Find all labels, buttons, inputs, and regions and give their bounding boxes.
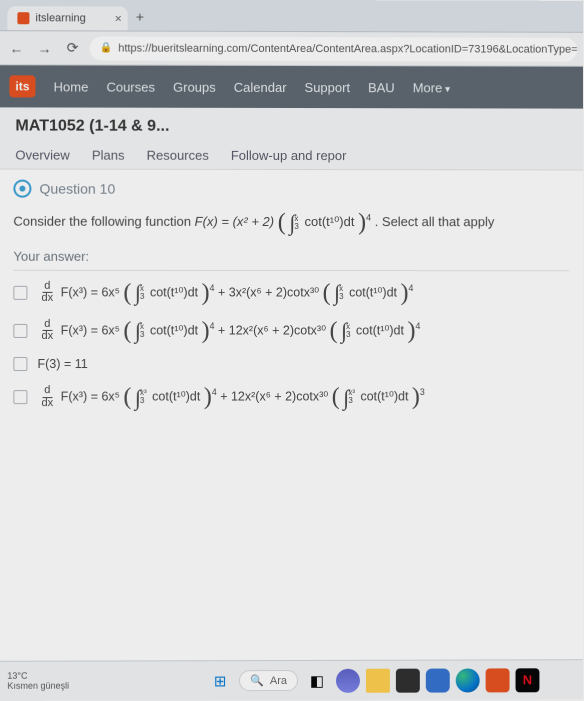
tab-overview[interactable]: Overview [15, 141, 69, 168]
stem-prefix: Consider the following function [13, 214, 194, 229]
nav-courses[interactable]: Courses [106, 79, 155, 94]
tab-favicon [17, 12, 29, 24]
app-icon[interactable] [486, 668, 510, 692]
nav-calendar[interactable]: Calendar [234, 79, 287, 94]
checkbox[interactable] [13, 390, 27, 404]
checkbox[interactable] [13, 357, 27, 371]
int-body: cot(t¹⁰)dt [304, 214, 354, 229]
opt1-lead: F(x³) = 6x⁵ [61, 285, 120, 299]
d-den: dx [39, 331, 55, 343]
b: cot(t¹⁰)dt [150, 323, 198, 337]
new-tab-button[interactable]: + [128, 3, 152, 31]
lock-icon: 🔒 [100, 42, 112, 53]
nav-bau[interactable]: BAU [368, 80, 395, 95]
checkbox[interactable] [13, 324, 27, 338]
m: + 3x²(x⁶ + 2)cotx³⁰ [218, 285, 319, 299]
nav-more[interactable]: More [413, 80, 450, 95]
taskbar-search[interactable]: 🔍 Ara [239, 670, 298, 691]
m: + 12x²(x⁶ + 2)cotx³⁰ [220, 389, 328, 403]
option-math: ddx F(x³) = 6x⁵ ( ∫x3 cot(t¹⁰)dt )4 + 3x… [37, 281, 413, 305]
course-title: MAT1052 (1-14 & 9... [15, 117, 567, 142]
p: 4 [415, 321, 420, 331]
course-header: MAT1052 (1-14 & 9... Overview Plans Reso… [0, 107, 583, 170]
b: cot(t¹⁰)dt [356, 323, 404, 337]
url-text: https://bueritslearning.com/ContentArea/… [118, 42, 577, 55]
edge-icon[interactable] [456, 668, 480, 692]
app-icon[interactable] [396, 668, 420, 692]
nav-support[interactable]: Support [305, 80, 351, 95]
reload-button[interactable]: ⟳ [62, 37, 84, 59]
option-math: ddx F(x³) = 6x⁵ ( ∫x3 cot(t¹⁰)dt )4 + 12… [37, 319, 420, 343]
tab-title: itslearning [35, 12, 85, 24]
app-icon[interactable] [426, 668, 450, 692]
p: 3 [420, 387, 425, 397]
browser-tab-strip: itslearning × + [0, 0, 583, 33]
option-1[interactable]: ddx F(x³) = 6x⁵ ( ∫x3 cot(t¹⁰)dt )4 + 3x… [13, 281, 569, 305]
checkbox[interactable] [13, 286, 27, 300]
app-logo[interactable]: its [9, 75, 35, 97]
nav-groups[interactable]: Groups [173, 79, 216, 94]
p: 4 [212, 387, 217, 397]
browser-tab[interactable]: itslearning × [7, 6, 127, 30]
stem-pow: 4 [366, 213, 371, 223]
b: cot(t¹⁰)dt [150, 285, 198, 299]
question-icon [13, 180, 31, 198]
explorer-icon[interactable] [366, 668, 390, 692]
b: cot(t¹⁰)dt [152, 389, 200, 403]
tab-resources[interactable]: Resources [147, 142, 209, 169]
search-placeholder: Ara [270, 675, 287, 687]
stem-suffix: . Select all that apply [375, 214, 495, 229]
p: 4 [409, 283, 414, 293]
option-math: F(3) = 11 [37, 357, 87, 371]
task-view-icon[interactable]: ◧ [304, 667, 330, 693]
option-3[interactable]: F(3) = 11 [13, 357, 569, 371]
m: + 12x²(x⁶ + 2)cotx³⁰ [218, 323, 326, 337]
p: 4 [210, 283, 215, 293]
weather-cond: Kısmen güneşli [7, 681, 69, 691]
start-button[interactable]: ⊞ [207, 668, 233, 694]
d-den: dx [39, 398, 55, 410]
b: cot(t¹⁰)dt [360, 389, 408, 403]
tab-plans[interactable]: Plans [92, 142, 125, 169]
close-icon[interactable]: × [115, 11, 122, 25]
opt2-lead: F(x³) = 6x⁵ [61, 323, 120, 337]
your-answer-label: Your answer: [13, 249, 569, 271]
stem-fx: F(x) = (x² + 2) [195, 214, 275, 229]
course-tabs: Overview Plans Resources Follow-up and r… [15, 141, 567, 169]
question-label: Question 10 [39, 181, 115, 197]
url-field[interactable]: 🔒 https://bueritslearning.com/ContentAre… [90, 36, 578, 61]
search-icon: 🔍 [250, 674, 264, 687]
option-4[interactable]: ddx F(x³) = 6x⁵ ( ∫x³3 cot(t¹⁰)dt )4 + 1… [13, 385, 569, 409]
back-button[interactable]: ← [5, 37, 27, 59]
d-den: dx [39, 293, 55, 305]
question-content: Question 10 Consider the following funct… [0, 170, 583, 420]
forward-button[interactable]: → [33, 37, 55, 59]
tab-followup[interactable]: Follow-up and repor [231, 142, 347, 169]
address-bar: ← → ⟳ 🔒 https://bueritslearning.com/Cont… [0, 31, 583, 67]
question-header: Question 10 [13, 180, 569, 199]
weather-widget[interactable]: 13°C Kısmen güneşli [7, 671, 69, 691]
stem-math: F(x) = (x² + 2) ( ∫ x 3 cot(t¹⁰)dt )4 [195, 214, 375, 229]
p: 4 [210, 321, 215, 331]
b: cot(t¹⁰)dt [349, 285, 397, 299]
option-math: ddx F(x³) = 6x⁵ ( ∫x³3 cot(t¹⁰)dt )4 + 1… [37, 385, 424, 409]
answer-options: ddx F(x³) = 6x⁵ ( ∫x3 cot(t¹⁰)dt )4 + 3x… [13, 281, 569, 410]
taskbar-center: ⊞ 🔍 Ara ◧ N [207, 667, 539, 694]
app-navbar: its Home Courses Groups Calendar Support… [0, 65, 583, 108]
opt4-lead: F(x³) = 6x⁵ [61, 389, 120, 403]
d-num: d [42, 385, 52, 398]
option-2[interactable]: ddx F(x³) = 6x⁵ ( ∫x3 cot(t¹⁰)dt )4 + 12… [13, 319, 569, 343]
nav-home[interactable]: Home [54, 79, 89, 94]
chat-icon[interactable] [336, 668, 360, 692]
netflix-icon[interactable]: N [516, 668, 540, 692]
taskbar: 13°C Kısmen güneşli ⊞ 🔍 Ara ◧ N [0, 659, 583, 701]
question-stem: Consider the following function F(x) = (… [13, 212, 569, 233]
